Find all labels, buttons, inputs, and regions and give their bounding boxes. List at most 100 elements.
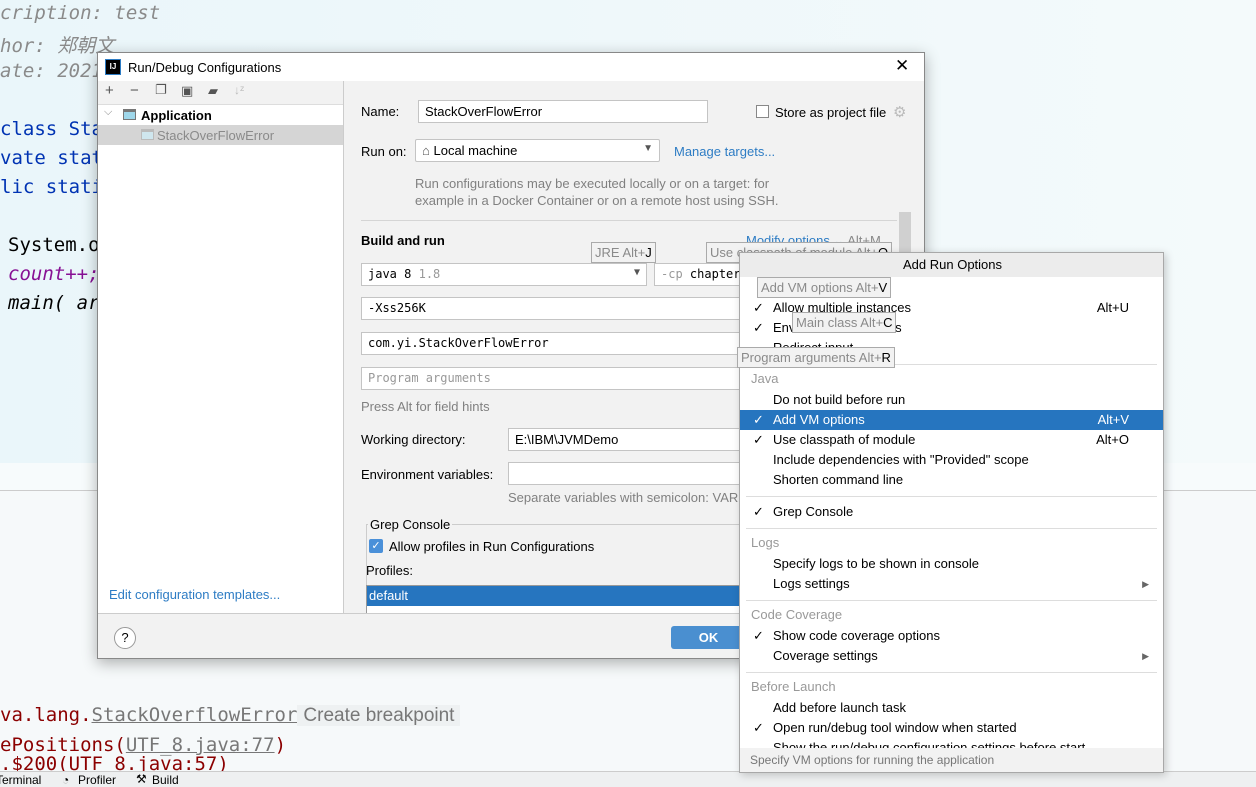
help-button[interactable]: ? bbox=[114, 627, 136, 649]
grep-console-heading: Grep Console bbox=[368, 517, 453, 532]
home-icon: ⌂ bbox=[422, 143, 430, 158]
scrollbar[interactable] bbox=[899, 212, 911, 252]
checkmark-icon: ✓ bbox=[753, 300, 764, 315]
close-icon[interactable]: ✕ bbox=[895, 56, 909, 76]
menu-item[interactable]: Specify logs to be shown in console bbox=[740, 554, 1163, 574]
store-project-file-checkbox[interactable] bbox=[756, 105, 769, 118]
tree-group-label: Application bbox=[141, 108, 212, 123]
jre-hint-tooltip: JRE Alt+J bbox=[591, 242, 656, 263]
dropdown-arrow-icon: ▼ bbox=[643, 143, 653, 154]
menu-item[interactable]: ✓ Grep Console bbox=[740, 502, 1163, 522]
code-line: vate stat bbox=[0, 147, 103, 169]
menu-group-header: Java bbox=[751, 371, 779, 386]
menu-item[interactable]: Logs settings ▶ bbox=[740, 574, 1163, 594]
main-class-input[interactable]: com.yi.StackOverFlowError bbox=[361, 332, 761, 355]
run-on-label: Run on: bbox=[361, 144, 407, 159]
checkmark-icon: ✓ bbox=[753, 628, 764, 643]
environment-variables-label: Environment variables: bbox=[361, 467, 494, 482]
code-line: cription: test bbox=[0, 2, 161, 24]
checkmark-icon: ✓ bbox=[753, 720, 764, 735]
menu-footer-description: Specify VM options for running the appli… bbox=[740, 748, 1163, 772]
menu-item[interactable]: Do not build before run bbox=[740, 390, 1163, 410]
menu-item[interactable]: ✓ Show code coverage options bbox=[740, 626, 1163, 646]
menu-item-label: Include dependencies with "Provided" sco… bbox=[773, 452, 1029, 467]
program-arguments-hint-tooltip: Program arguments Alt+R bbox=[737, 347, 895, 368]
manage-targets-link[interactable]: Manage targets... bbox=[674, 144, 775, 159]
intellij-logo-icon: IJ bbox=[105, 59, 121, 75]
menu-item-label: Show code coverage options bbox=[773, 628, 940, 643]
menu-group-header: Before Launch bbox=[751, 679, 836, 694]
chevron-down-icon[interactable]: ⌵ bbox=[104, 106, 112, 119]
create-breakpoint-button[interactable]: Create breakpoint bbox=[297, 705, 461, 726]
name-input[interactable]: StackOverFlowError bbox=[418, 100, 708, 123]
divider bbox=[361, 220, 897, 221]
save-icon[interactable]: ▣ bbox=[181, 83, 193, 99]
stacktrace-link[interactable]: StackOverflowError bbox=[92, 704, 298, 726]
tree-item-stackoverflowerror[interactable]: StackOverFlowError bbox=[98, 125, 343, 145]
terminal-tab[interactable]: Terminal bbox=[0, 773, 41, 787]
menu-item-label: Use classpath of module bbox=[773, 432, 916, 447]
run-on-value: Local machine bbox=[433, 143, 518, 158]
configurations-sidebar: + − ❐ ▣ ▰ ↓ᶻ ⌵ Application StackOverFlow… bbox=[98, 81, 344, 613]
folder-add-icon[interactable]: ▰ bbox=[208, 83, 218, 99]
menu-item-shortcut: Alt+U bbox=[1096, 300, 1129, 315]
tree-group-application[interactable]: ⌵ Application bbox=[98, 105, 343, 125]
menu-separator bbox=[746, 672, 1157, 673]
menu-item[interactable]: ✓ Open run/debug tool window when started bbox=[740, 718, 1163, 738]
minus-icon[interactable]: − bbox=[130, 82, 139, 99]
profiles-label: Profiles: bbox=[366, 563, 413, 578]
jre-dropdown[interactable]: java 8 1.8 ▼ bbox=[361, 263, 647, 286]
copy-icon[interactable]: ❐ bbox=[155, 82, 167, 98]
tool-window-bar: Terminal ◔ Profiler ⚒ Build bbox=[0, 771, 1256, 787]
menu-item-label: Add before launch task bbox=[773, 700, 906, 715]
code-line: main( arg bbox=[8, 292, 111, 314]
working-directory-label: Working directory: bbox=[361, 432, 466, 447]
code-line: class Sta bbox=[0, 118, 103, 140]
dropdown-arrow-icon: ▼ bbox=[633, 267, 640, 278]
run-on-dropdown[interactable]: ⌂ Local machine ▼ bbox=[415, 139, 660, 162]
menu-item-label: Open run/debug tool window when started bbox=[773, 720, 1017, 735]
press-alt-hint: Press Alt for field hints bbox=[361, 399, 490, 414]
menu-item[interactable]: Add before launch task bbox=[740, 698, 1163, 718]
menu-item-label: Coverage settings bbox=[773, 648, 878, 663]
menu-item[interactable]: ✓ Add VM options Alt+V bbox=[740, 410, 1163, 430]
environment-variables-input[interactable] bbox=[508, 462, 758, 485]
dialog-title: Run/Debug Configurations bbox=[128, 60, 282, 75]
menu-item-label: Logs settings bbox=[773, 576, 850, 591]
sort-icon[interactable]: ↓ᶻ bbox=[234, 83, 244, 97]
ok-button[interactable]: OK bbox=[671, 626, 746, 649]
allow-profiles-label: Allow profiles in Run Configurations bbox=[389, 539, 595, 554]
menu-item-shortcut: Alt+V bbox=[1097, 412, 1129, 427]
vm-options-input[interactable]: -Xss256K bbox=[361, 297, 761, 320]
working-directory-input[interactable]: E:\IBM\JVMDemo bbox=[508, 428, 758, 451]
profiler-tab[interactable]: Profiler bbox=[78, 773, 116, 787]
menu-group-header: Logs bbox=[751, 535, 780, 550]
checkmark-icon: ✓ bbox=[753, 320, 764, 335]
plus-icon[interactable]: + bbox=[105, 82, 114, 99]
profiles-list[interactable]: default bbox=[366, 585, 746, 613]
program-arguments-input[interactable]: Program arguments bbox=[361, 367, 761, 390]
menu-item[interactable]: Include dependencies with "Provided" sco… bbox=[740, 450, 1163, 470]
allow-profiles-checkbox[interactable]: ✓ bbox=[369, 539, 383, 553]
menu-item[interactable]: Shorten command line bbox=[740, 470, 1163, 490]
application-icon bbox=[141, 129, 154, 140]
menu-separator bbox=[746, 496, 1157, 497]
edit-templates-link[interactable]: Edit configuration templates... bbox=[109, 587, 280, 602]
gear-icon[interactable]: ⚙ bbox=[893, 103, 906, 121]
menu-item[interactable]: Coverage settings ▶ bbox=[740, 646, 1163, 666]
profile-item[interactable]: default bbox=[367, 586, 745, 606]
hammer-icon: ⚒ bbox=[136, 772, 147, 786]
tree-item-label: StackOverFlowError bbox=[157, 128, 275, 143]
build-and-run-heading: Build and run bbox=[361, 233, 445, 248]
menu-item[interactable]: ✓ Use classpath of module Alt+O bbox=[740, 430, 1163, 450]
run-on-description: example in a Docker Container or on a re… bbox=[415, 193, 779, 208]
store-project-file-label: Store as project file bbox=[775, 105, 887, 120]
application-icon bbox=[123, 109, 136, 120]
profiler-icon: ◔ bbox=[62, 773, 70, 787]
vm-options-hint-tooltip: Add VM options Alt+V bbox=[757, 277, 892, 298]
checkmark-icon: ✓ bbox=[753, 432, 764, 447]
menu-title: Add Run Options bbox=[740, 253, 1163, 277]
build-tab[interactable]: Build bbox=[152, 773, 179, 787]
checkmark-icon: ✓ bbox=[753, 412, 764, 427]
menu-item-shortcut: Alt+O bbox=[1096, 432, 1129, 447]
